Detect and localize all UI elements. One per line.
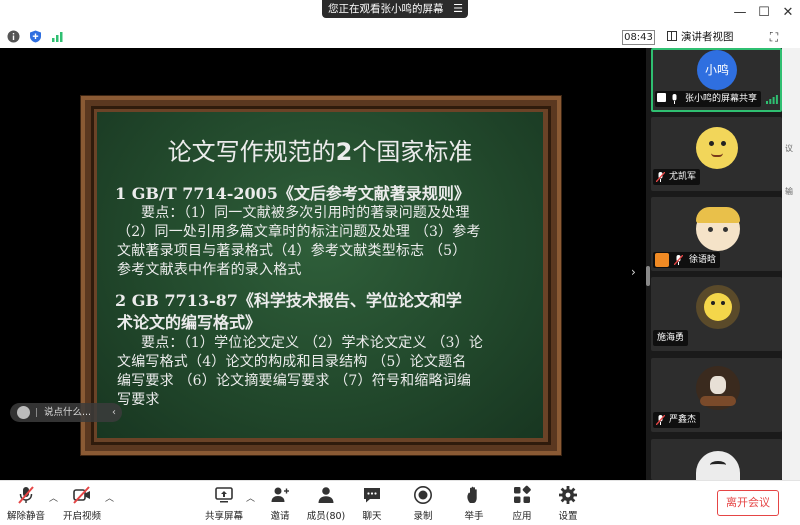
- meeting-clock: 08:43: [622, 30, 655, 45]
- avatar: [696, 207, 740, 251]
- chat-quick-input[interactable]: 说点什么... ‹: [10, 403, 122, 422]
- participant-tile[interactable]: 施海勇: [651, 277, 782, 351]
- avatar: [696, 285, 740, 329]
- emoji-icon[interactable]: [17, 406, 30, 419]
- background-window-edge: 议 输: [782, 48, 800, 480]
- view-mode-label: 演讲者视图: [681, 31, 734, 43]
- members-icon: [318, 487, 334, 503]
- slide-content: 论文写作规范的2个国家标准 1 GB/T 7714-2005《文后参考文献著录规…: [97, 112, 543, 438]
- participant-tile[interactable]: [651, 439, 782, 480]
- slide-title: 论文写作规范的2个国家标准: [167, 138, 473, 166]
- microphone-icon: [672, 94, 677, 104]
- chevron-right-icon[interactable]: ›: [631, 265, 636, 279]
- section-2-line: 编写要求 （6）论文摘要编写要求 （7）符号和缩略词编: [117, 373, 472, 389]
- share-notice-text: 您正在观看张小鸣的屏幕: [328, 3, 444, 15]
- participant-tile[interactable]: 尤凯军: [651, 117, 782, 191]
- apps-grid-icon: [514, 485, 531, 503]
- participant-tile[interactable]: 严鑫杰: [651, 358, 782, 432]
- participant-name-tag: 严鑫杰: [653, 412, 701, 428]
- add-user-icon: [271, 487, 289, 502]
- raise-hand-button[interactable]: 举手: [448, 485, 500, 522]
- settings-button[interactable]: 设置: [542, 485, 594, 522]
- participant-name-tag: 尤凯军: [653, 169, 701, 185]
- participant-name-tag: 徐语晗: [653, 252, 721, 268]
- section-1-heading: 1 GB/T 7714-2005《文后参考文献著录规则》: [115, 184, 470, 203]
- section-1-line: 参考文献表中作者的录入格式: [117, 262, 302, 278]
- background-text: 议: [785, 144, 793, 153]
- hand-icon: [467, 486, 477, 503]
- gallery-resize-handle[interactable]: [646, 266, 650, 286]
- record-button[interactable]: 录制: [397, 485, 449, 522]
- participant-name-tag: 施海勇: [653, 330, 689, 346]
- fullscreen-icon[interactable]: ⛶: [766, 29, 782, 45]
- participant-tile[interactable]: 小鸣 张小鸣的屏幕共享: [651, 48, 782, 112]
- microphone-muted-icon: [674, 255, 683, 265]
- window-controls: — ☐ ✕: [728, 0, 800, 24]
- section-2-line: 文编写格式（4）论文的构成和目录结构 （5）论文题名: [117, 354, 467, 370]
- avatar: [696, 366, 740, 410]
- maximize-button[interactable]: ☐: [752, 0, 776, 24]
- record-icon: [414, 486, 432, 504]
- microphone-muted-icon: [656, 415, 665, 425]
- section-2-heading-cont: 术论文的编写格式》: [117, 313, 262, 332]
- invite-button[interactable]: 邀请: [254, 485, 306, 522]
- avatar: [696, 451, 740, 480]
- avatar: [696, 127, 738, 169]
- chevron-left-icon[interactable]: ‹: [112, 403, 116, 422]
- meeting-toolbar: 解除静音 ︿ 开启视频 ︿ 共享屏幕 ︿ 邀请 成员(80) 聊天 录制 举手 …: [0, 480, 800, 525]
- camera-off-icon: [73, 486, 90, 504]
- title-bar: 您正在观看张小鸣的屏幕 ☰ — ☐ ✕: [0, 0, 800, 24]
- apps-button[interactable]: 应用: [496, 485, 548, 522]
- section-2-heading: 2 GB 7713-87《科学技术报告、学位论文和学: [115, 291, 462, 310]
- gear-icon: [559, 486, 577, 504]
- share-menu-icon[interactable]: ☰: [453, 0, 463, 18]
- microphone-muted-icon: [656, 172, 665, 182]
- section-1-line: 要点：（1）同一文献被多次引用时的著录问题及处理: [141, 205, 470, 221]
- layout-icon: [667, 31, 677, 41]
- screen-share-icon: [657, 93, 666, 102]
- section-2-line: 写要求: [117, 392, 160, 408]
- leave-meeting-button[interactable]: 离开会议: [717, 490, 779, 516]
- section-2-line: 要点：（1）学位论文定义 （2）学术论文定义 （3）论: [141, 335, 484, 351]
- network-signal-icon[interactable]: [51, 30, 64, 43]
- chat-placeholder: 说点什么...: [44, 407, 92, 418]
- screen-share-notice[interactable]: 您正在观看张小鸣的屏幕 ☰: [322, 0, 468, 18]
- section-1-line: （2）同一处引用多篇文章时的标注问题及处理 （3）参考: [117, 224, 481, 240]
- share-screen-icon: [215, 487, 233, 503]
- unmute-button[interactable]: 解除静音: [0, 485, 52, 522]
- chat-bubble-icon: [364, 488, 380, 503]
- user-icon: [655, 253, 669, 267]
- participant-tile[interactable]: 徐语晗: [651, 197, 782, 271]
- avatar: 小鸣: [697, 50, 737, 90]
- signal-strength-icon: [766, 95, 778, 104]
- participant-name-tag: 张小鸣的屏幕共享: [655, 91, 762, 107]
- microphone-muted-icon: [18, 486, 34, 504]
- info-icon[interactable]: [7, 30, 20, 43]
- share-screen-button[interactable]: 共享屏幕: [198, 485, 250, 522]
- view-mode-button[interactable]: 演讲者视图: [667, 29, 763, 45]
- minimize-button[interactable]: —: [728, 0, 752, 24]
- chevron-up-icon[interactable]: ︿: [105, 491, 114, 504]
- members-button[interactable]: 成员(80): [300, 485, 352, 522]
- divider: [36, 408, 37, 417]
- security-shield-icon[interactable]: [29, 30, 42, 43]
- section-1-line: 文献著录项目与著录格式（4）参考文献类型标志 （5）: [117, 243, 467, 259]
- start-video-button[interactable]: 开启视频: [56, 485, 108, 522]
- close-button[interactable]: ✕: [776, 0, 800, 24]
- background-text: 输: [785, 187, 793, 196]
- chat-button[interactable]: 聊天: [346, 485, 398, 522]
